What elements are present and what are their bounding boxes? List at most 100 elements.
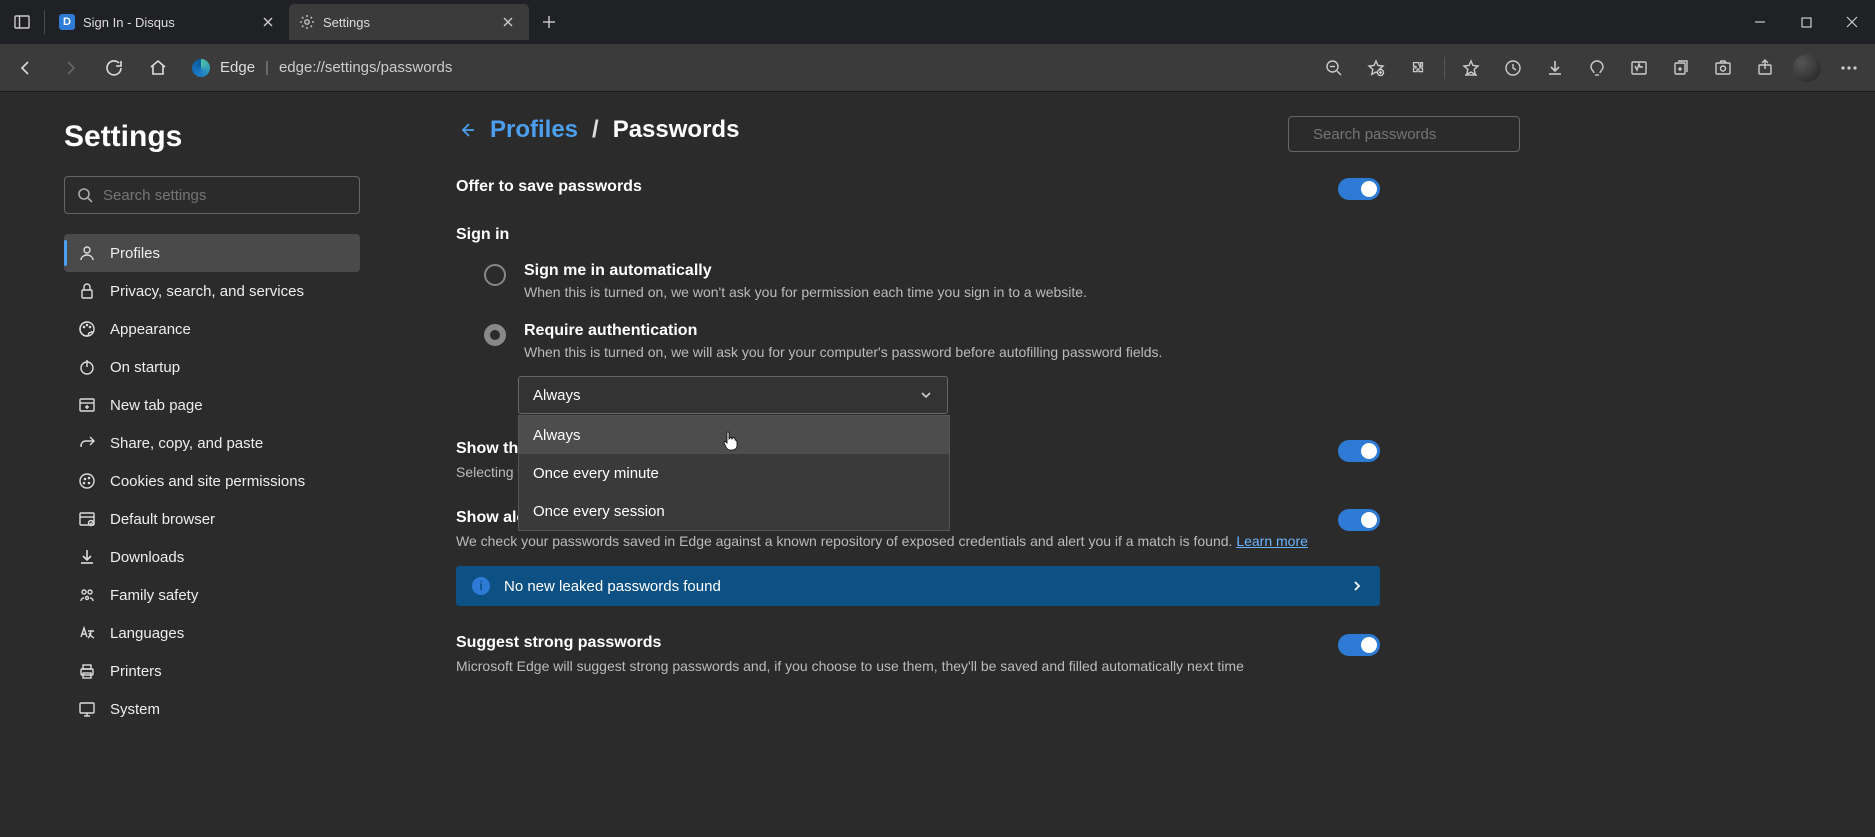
sidebar-item-family-safety[interactable]: Family safety	[64, 576, 360, 614]
radio-auth-title: Require authentication	[524, 322, 1162, 340]
breadcrumb-current: Passwords	[613, 116, 740, 144]
sidebar-item-share-copy-and-paste[interactable]: Share, copy, and paste	[64, 424, 360, 462]
history-icon[interactable]	[1493, 48, 1533, 88]
radio-auto-title: Sign me in automatically	[524, 262, 1087, 280]
settings-main: Profiles / Passwords Offer to save passw…	[400, 92, 1875, 837]
address-bar[interactable]: Edge | edge://settings/passwords	[182, 51, 1310, 85]
back-arrow-icon[interactable]	[456, 120, 476, 140]
lang-icon	[78, 624, 96, 642]
appearance-icon	[78, 320, 96, 338]
radio-auth-desc: When this is turned on, we will ask you …	[524, 344, 1162, 360]
zoom-icon[interactable]	[1314, 48, 1354, 88]
sidebar-item-profiles[interactable]: Profiles	[64, 234, 360, 272]
sidebar-item-printers[interactable]: Printers	[64, 652, 360, 690]
sidebar-item-privacy-search-and-services[interactable]: Privacy, search, and services	[64, 272, 360, 310]
sidebar-item-default-browser[interactable]: Default browser	[64, 500, 360, 538]
sidebar-item-label: On startup	[110, 359, 180, 376]
brand-label: Edge	[220, 59, 255, 76]
tab-disqus[interactable]: D Sign In - Disqus	[49, 4, 289, 40]
sidebar-item-new-tab-page[interactable]: New tab page	[64, 386, 360, 424]
sidebar-item-cookies-and-site-permissions[interactable]: Cookies and site permissions	[64, 462, 360, 500]
sidebar-item-languages[interactable]: Languages	[64, 614, 360, 652]
offer-save-label: Offer to save passwords	[456, 178, 642, 196]
info-icon: i	[472, 577, 490, 595]
search-settings-field[interactable]	[64, 176, 360, 214]
addr-separator: |	[265, 59, 269, 76]
sidebar-item-label: Profiles	[110, 245, 160, 262]
suggest-strong-toggle[interactable]	[1338, 634, 1380, 656]
leaked-passwords-banner[interactable]: i No new leaked passwords found	[456, 566, 1380, 606]
search-settings-input[interactable]	[103, 187, 347, 204]
dropdown-option-minute[interactable]: Once every minute	[519, 454, 949, 492]
breadcrumb-parent[interactable]: Profiles	[490, 116, 578, 144]
leak-message: No new leaked passwords found	[504, 578, 721, 595]
select-value: Always	[533, 387, 581, 404]
settings-favicon	[299, 14, 315, 30]
close-tab-icon[interactable]	[259, 13, 277, 31]
tab-settings[interactable]: Settings	[289, 4, 529, 40]
minimize-button[interactable]	[1737, 0, 1783, 44]
show-alerts-desc: We check your passwords saved in Edge ag…	[456, 531, 1308, 552]
math-icon[interactable]	[1619, 48, 1659, 88]
close-tab-icon[interactable]	[499, 13, 517, 31]
forward-button[interactable]	[50, 48, 90, 88]
sidebar-item-label: Appearance	[110, 321, 191, 338]
collections-icon[interactable]	[1661, 48, 1701, 88]
dropdown-option-session[interactable]: Once every session	[519, 492, 949, 530]
more-menu-icon[interactable]	[1829, 48, 1869, 88]
extensions-icon[interactable]	[1398, 48, 1438, 88]
radio-auto-desc: When this is turned on, we won't ask you…	[524, 284, 1087, 300]
browser-toolbar: Edge | edge://settings/passwords	[0, 44, 1875, 92]
downloads-icon[interactable]	[1535, 48, 1575, 88]
power-icon	[78, 358, 96, 376]
sidebar-item-label: Cookies and site permissions	[110, 473, 305, 490]
tab-label: Sign In - Disqus	[83, 15, 251, 30]
share-icon	[78, 434, 96, 452]
radio-auto-signin[interactable]	[484, 264, 506, 286]
refresh-button[interactable]	[94, 48, 134, 88]
sidebar-item-system[interactable]: System	[64, 690, 360, 728]
auth-frequency-select[interactable]: Always Always Once every minute Once eve…	[518, 376, 948, 414]
newtab-icon	[78, 396, 96, 414]
sidebar-item-downloads[interactable]: Downloads	[64, 538, 360, 576]
new-tab-button[interactable]	[533, 6, 565, 38]
sidebar-item-label: Privacy, search, and services	[110, 283, 304, 300]
home-button[interactable]	[138, 48, 178, 88]
search-passwords-input[interactable]	[1313, 126, 1512, 143]
search-passwords-field[interactable]	[1288, 116, 1520, 152]
alerts-toggle[interactable]	[1338, 509, 1380, 531]
printer-icon	[78, 662, 96, 680]
download-icon	[78, 548, 96, 566]
settings-sidebar: Settings ProfilesPrivacy, search, and se…	[0, 92, 400, 837]
back-button[interactable]	[6, 48, 46, 88]
browser-icon	[78, 510, 96, 528]
offer-save-toggle[interactable]	[1338, 178, 1380, 200]
radio-require-auth[interactable]	[484, 324, 506, 346]
sidebar-item-on-startup[interactable]: On startup	[64, 348, 360, 386]
screenshot-icon[interactable]	[1703, 48, 1743, 88]
sidebar-item-label: System	[110, 701, 160, 718]
sidebar-item-label: Downloads	[110, 549, 184, 566]
sidebar-item-label: Family safety	[110, 587, 198, 604]
close-window-button[interactable]	[1829, 0, 1875, 44]
sidebar-item-label: Printers	[110, 663, 162, 680]
titlebar: D Sign In - Disqus Settings	[0, 0, 1875, 44]
dropdown-option-always[interactable]: Always	[519, 416, 949, 454]
profile-icon	[78, 244, 96, 262]
maximize-button[interactable]	[1783, 0, 1829, 44]
favorites-list-icon[interactable]	[1451, 48, 1491, 88]
sidebar-item-appearance[interactable]: Appearance	[64, 310, 360, 348]
auth-frequency-dropdown: Always Once every minute Once every sess…	[518, 415, 950, 531]
chevron-right-icon	[1350, 579, 1364, 593]
tab-actions-button[interactable]	[0, 0, 44, 44]
tips-icon[interactable]	[1577, 48, 1617, 88]
share-icon[interactable]	[1745, 48, 1785, 88]
sidebar-item-label: Default browser	[110, 511, 215, 528]
reveal-toggle[interactable]	[1338, 440, 1380, 462]
profile-avatar[interactable]	[1787, 48, 1827, 88]
learn-more-link[interactable]: Learn more	[1236, 533, 1308, 549]
signin-heading: Sign in	[456, 226, 1380, 244]
favorite-icon[interactable]	[1356, 48, 1396, 88]
toolbar-separator	[1444, 57, 1445, 79]
tab-label: Settings	[323, 15, 491, 30]
